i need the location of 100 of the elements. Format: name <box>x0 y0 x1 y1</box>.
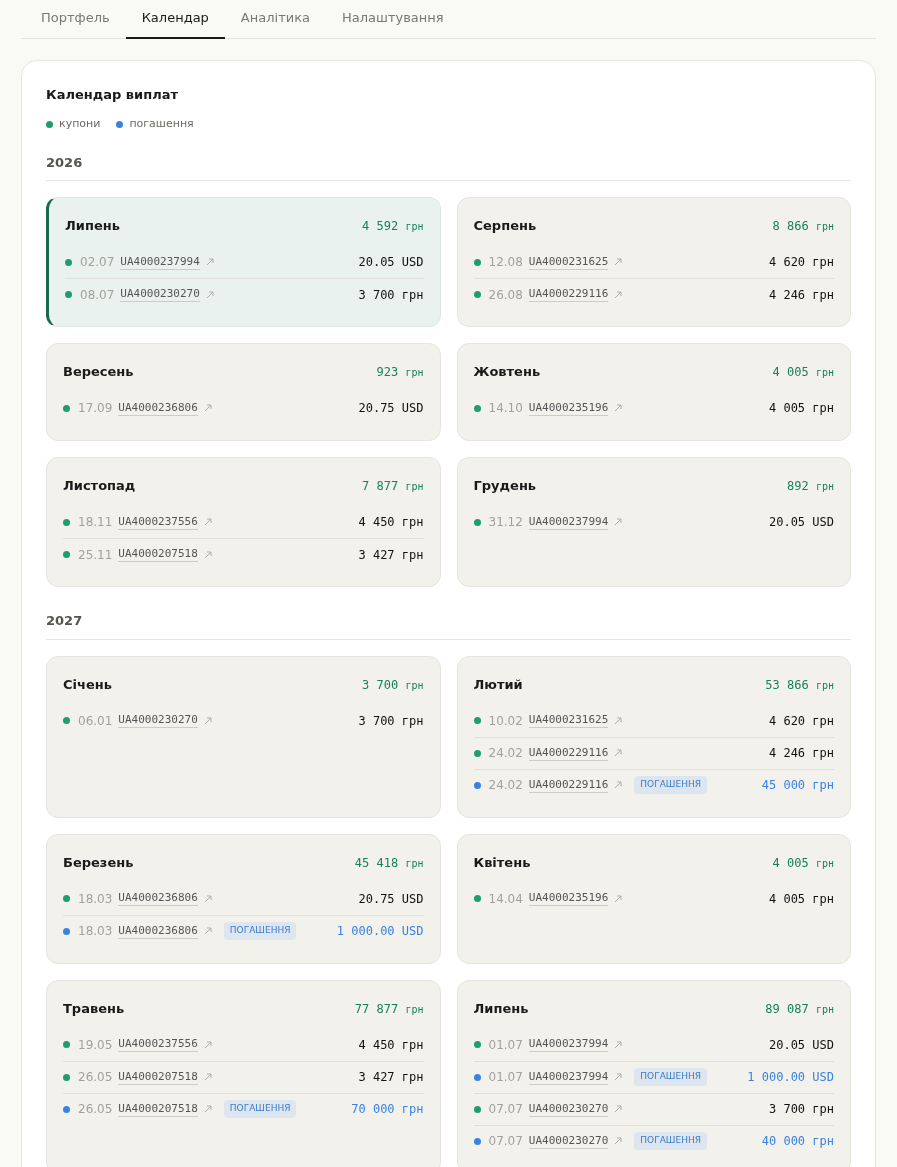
nav-tab[interactable]: Портфель <box>25 0 126 39</box>
month-name: Липень <box>65 217 120 236</box>
month-total: 7 877 грн <box>362 478 424 495</box>
payment-amount: 4 450 грн <box>358 514 424 531</box>
payment-date: 07.07 <box>488 1101 523 1118</box>
external-link-icon <box>614 781 623 789</box>
payment-date: 24.02 <box>488 777 523 794</box>
bond-link[interactable]: UA4000207518 <box>118 547 198 562</box>
year-heading: 2026 <box>46 152 851 181</box>
payment-amount: 4 620 грн <box>768 254 834 271</box>
legend-label: погашення <box>129 116 194 132</box>
external-link-icon <box>614 894 623 903</box>
payment-date: 06.01 <box>78 712 113 730</box>
external-link-icon <box>203 716 212 725</box>
redemption-badge: ПОГАШЕННЯ <box>223 1100 297 1118</box>
bond-link[interactable]: UA4000207518 <box>118 1101 198 1117</box>
payment-date: 26.05 <box>78 1069 113 1086</box>
payment-amount: 4 246 грн <box>768 286 834 304</box>
month-total: 3 700 грн <box>362 676 424 694</box>
bond-link[interactable]: UA4000230270 <box>528 1101 609 1117</box>
month-name: Січень <box>63 675 112 694</box>
bond-link[interactable]: UA4000230270 <box>528 1133 609 1149</box>
payment-amount: 3 427 грн <box>358 1069 424 1086</box>
payment-amount: 1 000.00 USD <box>747 1069 834 1086</box>
external-link-icon <box>614 1040 623 1049</box>
redemption-badge: ПОГАШЕННЯ <box>634 776 707 794</box>
month-total: 4 005 грн <box>772 364 834 381</box>
bond-link[interactable]: UA4000230270 <box>118 713 198 728</box>
bond-link[interactable]: UA4000237556 <box>118 514 198 530</box>
bond-link[interactable]: UA4000231625 <box>528 254 609 270</box>
payment-date: 17.09 <box>78 400 113 417</box>
payment-amount: 3 700 грн <box>358 712 424 730</box>
payment-amount: 3 700 грн <box>358 286 424 304</box>
payment-amount: 20.75 USD <box>358 890 424 908</box>
payment-date: 18.03 <box>78 923 113 940</box>
external-link-icon <box>614 404 623 412</box>
month-total: 53 866 грн <box>765 676 834 694</box>
bond-link[interactable]: UA4000236806 <box>118 891 198 906</box>
month-name: Листопад <box>63 477 136 496</box>
bond-link[interactable]: UA4000237994 <box>528 514 609 530</box>
payment-date: 31.12 <box>488 514 523 531</box>
payment-date: 19.05 <box>78 1036 113 1054</box>
month-name: Вересень <box>63 363 134 382</box>
bond-link[interactable]: UA4000230270 <box>120 287 200 302</box>
month-total: 89 087 грн <box>765 1000 834 1018</box>
bond-link[interactable]: UA4000229116 <box>528 287 609 302</box>
month-name: Грудень <box>473 477 537 496</box>
payment-date: 10.02 <box>488 712 523 730</box>
month-total: 77 877 грн <box>354 1000 424 1018</box>
external-link-icon <box>205 258 214 266</box>
bond-link[interactable]: UA4000237994 <box>528 1037 609 1052</box>
payment-date: 14.10 <box>488 400 523 417</box>
month-name: Липень <box>473 999 529 1018</box>
year-heading: 2027 <box>46 611 851 640</box>
external-link-icon <box>203 550 212 559</box>
payment-amount: 3 427 грн <box>358 546 424 564</box>
external-link-icon <box>203 1040 212 1049</box>
bond-link[interactable]: UA4000235196 <box>528 891 609 906</box>
bond-link[interactable]: UA4000231625 <box>528 713 609 728</box>
payment-amount: 3 700 грн <box>768 1101 834 1118</box>
nav-tab[interactable]: Календар <box>125 0 225 39</box>
payment-amount: 70 000 грн <box>351 1101 424 1118</box>
bond-link[interactable]: UA4000235196 <box>528 400 609 416</box>
month-total: 8 866 грн <box>772 218 834 235</box>
month-name: Лютий <box>473 675 523 694</box>
month-name: Квітень <box>473 853 531 872</box>
payment-date: 18.03 <box>78 890 113 908</box>
external-link-icon <box>614 1105 623 1113</box>
payment-amount: 4 450 грн <box>358 1036 424 1054</box>
bond-link[interactable]: UA4000236806 <box>118 923 198 939</box>
external-link-icon <box>614 290 623 299</box>
external-link-icon <box>614 258 623 266</box>
external-link-icon <box>614 1137 623 1145</box>
payment-amount: 20.05 USD <box>358 254 424 271</box>
payment-date: 26.08 <box>488 286 523 304</box>
payment-amount: 45 000 грн <box>761 777 834 794</box>
payment-date: 01.07 <box>488 1036 523 1054</box>
bond-link[interactable]: UA4000207518 <box>118 1069 198 1085</box>
bond-link[interactable]: UA4000236806 <box>118 400 198 416</box>
month-total: 45 418 грн <box>354 854 424 872</box>
redemption-badge: ПОГАШЕННЯ <box>634 1132 707 1150</box>
bond-link[interactable]: UA4000237994 <box>120 254 200 270</box>
bond-link[interactable]: UA4000237994 <box>528 1069 609 1085</box>
external-link-icon <box>203 927 212 935</box>
bond-link[interactable]: UA4000237556 <box>118 1037 198 1052</box>
payment-amount: 4 620 грн <box>768 712 834 730</box>
month-total: 4 005 грн <box>772 854 834 872</box>
payment-date: 02.07 <box>80 254 115 271</box>
payment-amount: 20.05 USD <box>768 1036 834 1054</box>
bond-link[interactable]: UA4000229116 <box>528 777 609 793</box>
external-link-icon <box>614 1073 623 1081</box>
month-name: Жовтень <box>473 363 541 382</box>
nav-tab[interactable]: Налаштування <box>326 0 460 39</box>
external-link-icon <box>205 290 214 299</box>
redemption-badge: ПОГАШЕННЯ <box>223 922 297 940</box>
payment-date: 07.07 <box>488 1133 523 1150</box>
bond-link[interactable]: UA4000229116 <box>528 745 609 761</box>
external-link-icon <box>614 518 623 526</box>
nav-tab[interactable]: Аналітика <box>224 0 326 39</box>
payment-date: 18.11 <box>78 514 113 531</box>
